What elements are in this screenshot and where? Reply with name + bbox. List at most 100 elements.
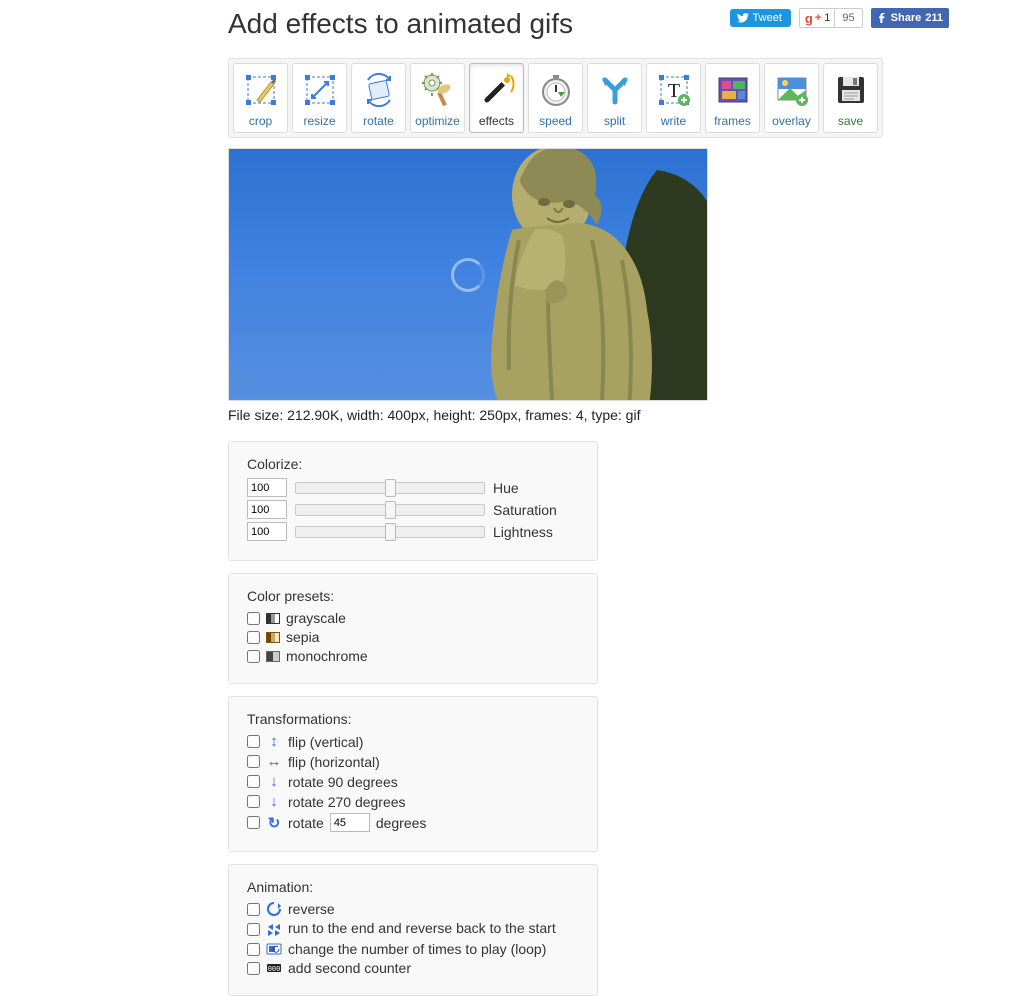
rot270-label: rotate 270 degrees	[288, 794, 406, 810]
presets-panel: Color presets: grayscale sepia monochrom…	[228, 573, 598, 684]
rotn-checkbox[interactable]	[247, 816, 260, 829]
rot270-checkbox[interactable]	[247, 795, 260, 808]
facebook-share-button[interactable]: Share 211	[871, 8, 949, 28]
loop-checkbox[interactable]	[247, 943, 260, 956]
reverse-checkbox[interactable]	[247, 903, 260, 916]
tweet-button[interactable]: Tweet	[730, 9, 791, 27]
crop-icon	[241, 70, 281, 110]
rotn-post: degrees	[376, 815, 427, 831]
saturation-label: Saturation	[493, 502, 557, 518]
tool-save[interactable]: save	[823, 63, 878, 133]
tool-write-label: write	[661, 114, 686, 128]
runback-label: run to the end and reverse back to the s…	[288, 920, 556, 936]
counter-checkbox[interactable]	[247, 962, 260, 975]
speed-icon	[536, 70, 576, 110]
twitter-icon	[737, 13, 749, 23]
tool-overlay[interactable]: overlay	[764, 63, 819, 133]
google-plus-button[interactable]: g + 1 95	[799, 8, 863, 28]
grayscale-swatch-icon	[266, 613, 280, 624]
frames-icon	[713, 70, 753, 110]
rotn-degrees-input[interactable]	[330, 813, 370, 832]
tool-write[interactable]: T write	[646, 63, 701, 133]
runback-checkbox[interactable]	[247, 923, 260, 936]
tool-rotate-label: rotate	[363, 114, 394, 128]
angel-statue-illustration	[397, 148, 708, 401]
gplus-plus-icon: +	[815, 12, 824, 24]
lightness-input[interactable]	[247, 522, 287, 541]
tool-effects-label: effects	[479, 114, 514, 128]
lightness-slider[interactable]	[295, 524, 485, 540]
tool-frames[interactable]: frames	[705, 63, 760, 133]
presets-title: Color presets:	[247, 588, 579, 604]
monochrome-checkbox[interactable]	[247, 650, 260, 663]
flipv-checkbox[interactable]	[247, 735, 260, 748]
tool-rotate[interactable]: rotate	[351, 63, 406, 133]
reverse-icon	[266, 901, 282, 917]
sepia-label: sepia	[286, 629, 319, 645]
tool-overlay-label: overlay	[772, 114, 811, 128]
hue-input[interactable]	[247, 478, 287, 497]
loop-label: change the number of times to play (loop…	[288, 941, 546, 957]
fliph-label: flip (horizontal)	[288, 754, 380, 770]
write-icon: T	[654, 70, 694, 110]
tweet-label: Tweet	[753, 12, 782, 24]
tool-optimize[interactable]: optimize	[410, 63, 465, 133]
tool-speed-label: speed	[539, 114, 572, 128]
flip-horizontal-icon: ↔	[266, 753, 282, 770]
saturation-input[interactable]	[247, 500, 287, 519]
effects-icon	[477, 70, 517, 110]
tool-resize-label: resize	[303, 114, 335, 128]
grayscale-label: grayscale	[286, 610, 346, 626]
tool-resize[interactable]: resize	[292, 63, 347, 133]
tool-effects[interactable]: effects	[469, 63, 524, 133]
split-icon	[595, 70, 635, 110]
tool-optimize-label: optimize	[415, 114, 460, 128]
rot90-checkbox[interactable]	[247, 775, 260, 788]
lightness-label: Lightness	[493, 524, 553, 540]
resize-icon	[300, 70, 340, 110]
sepia-swatch-icon	[266, 632, 280, 643]
toolbar: crop resize rotate optimize	[228, 58, 883, 138]
file-info: File size: 212.90K, width: 400px, height…	[228, 407, 988, 423]
svg-text:000: 000	[268, 966, 281, 974]
fb-share-label: Share	[891, 12, 922, 24]
tool-crop-label: crop	[249, 114, 272, 128]
rot90-label: rotate 90 degrees	[288, 774, 398, 790]
saturation-slider[interactable]	[295, 502, 485, 518]
transform-panel: Transformations: ↕ flip (vertical) ↔ fli…	[228, 696, 598, 852]
hue-label: Hue	[493, 480, 519, 496]
counter-icon: 000	[266, 960, 282, 976]
gplus-count: 95	[835, 12, 861, 24]
loop-icon	[266, 941, 282, 957]
hue-slider[interactable]	[295, 480, 485, 496]
reverse-label: reverse	[288, 901, 335, 917]
gplus-one-icon: 1	[824, 9, 835, 27]
tool-speed[interactable]: speed	[528, 63, 583, 133]
run-reverse-icon	[266, 922, 282, 938]
sepia-checkbox[interactable]	[247, 631, 260, 644]
flipv-label: flip (vertical)	[288, 734, 363, 750]
facebook-icon	[877, 13, 887, 23]
monochrome-label: monochrome	[286, 648, 368, 664]
monochrome-swatch-icon	[266, 651, 280, 662]
rotate-270-icon: ↓	[266, 793, 282, 810]
animation-title: Animation:	[247, 879, 579, 895]
save-icon	[831, 70, 871, 110]
image-preview	[228, 148, 708, 401]
rotn-pre: rotate	[288, 815, 324, 831]
tool-split[interactable]: split	[587, 63, 642, 133]
rotate-free-icon: ↻	[266, 814, 282, 832]
tool-crop[interactable]: crop	[233, 63, 288, 133]
colorize-panel: Colorize: Hue Saturation Lightness	[228, 441, 598, 561]
tool-save-label: save	[838, 114, 863, 128]
flip-vertical-icon: ↕	[266, 733, 282, 750]
transform-title: Transformations:	[247, 711, 579, 727]
fliph-checkbox[interactable]	[247, 755, 260, 768]
gplus-g-icon: g	[800, 11, 815, 26]
grayscale-checkbox[interactable]	[247, 612, 260, 625]
counter-label: add second counter	[288, 960, 411, 976]
rotate-icon	[359, 70, 399, 110]
optimize-icon	[418, 70, 458, 110]
overlay-icon	[772, 70, 812, 110]
rotate-90-icon: ↓	[266, 773, 282, 790]
